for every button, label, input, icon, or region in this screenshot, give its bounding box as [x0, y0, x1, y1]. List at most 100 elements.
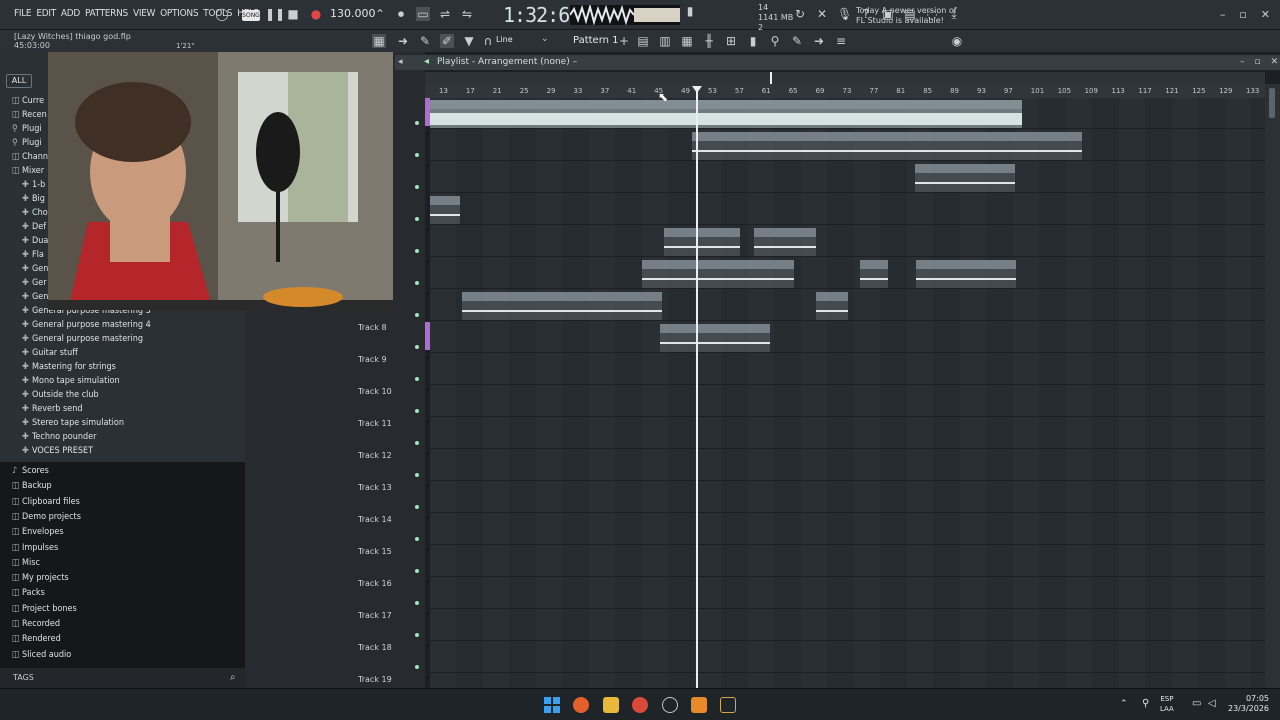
tempo-display[interactable]: 130.000: [330, 7, 376, 20]
browser-item[interactable]: ✚ Fla: [22, 250, 44, 264]
browser-item[interactable]: ✚ Gen: [22, 292, 48, 306]
snap-mode-label[interactable]: Line: [496, 35, 513, 44]
windows-start-icon[interactable]: [544, 697, 560, 713]
plug-icon[interactable]: ⚲: [768, 34, 782, 48]
menu-add[interactable]: ADD: [61, 8, 80, 19]
browser-folder[interactable]: ◫ Sliced audio: [12, 650, 71, 664]
browser-folder[interactable]: ◫ Packs: [12, 588, 45, 602]
browser-folder[interactable]: ◫ Project bones: [12, 604, 77, 618]
loop-record-icon[interactable]: ⇌: [438, 7, 452, 21]
browser-item[interactable]: ✚ Mastering for strings: [22, 362, 116, 376]
menu-edit[interactable]: EDIT: [36, 8, 56, 19]
track-active-dot[interactable]: [415, 505, 419, 509]
audio-clip[interactable]: un..ct: [430, 196, 460, 224]
track-name[interactable]: Track 9: [358, 355, 387, 364]
undo-icon[interactable]: ↻: [793, 7, 807, 21]
playlist-close-icon[interactable]: ✕: [1271, 57, 1279, 67]
step-edit-icon[interactable]: ⇋: [460, 7, 474, 21]
track-active-dot[interactable]: [415, 569, 419, 573]
browser-item[interactable]: ✚ Outside the club: [22, 390, 99, 404]
vertical-scrollbar[interactable]: [1265, 84, 1280, 688]
track-name[interactable]: Track 19: [358, 675, 392, 684]
track-active-dot[interactable]: [415, 185, 419, 189]
browser-item[interactable]: ✚ General purpose mastering 4: [22, 320, 151, 334]
mic-icon[interactable]: 🎙: [837, 7, 852, 21]
piano-roll-icon[interactable]: ▥: [658, 34, 672, 48]
file-explorer-icon[interactable]: [603, 697, 619, 713]
playlist-nav-icon[interactable]: ◂: [424, 56, 429, 67]
menu-file[interactable]: FILE: [14, 8, 32, 19]
wait-input-icon[interactable]: ⏺: [394, 7, 408, 21]
browser-item[interactable]: ✚ 1-b: [22, 180, 45, 194]
track-name[interactable]: Track 13: [358, 483, 392, 492]
browser-folder[interactable]: ◫ Misc: [12, 558, 40, 572]
add-pattern-icon[interactable]: +: [617, 34, 631, 48]
audio-clip[interactable]: [FREE] Indie x Bedroom Pop Type Beat Dre…: [430, 100, 1022, 128]
close-icon[interactable]: ✕: [1261, 8, 1270, 21]
network-icon[interactable]: ▭: [1192, 698, 1201, 709]
fl-studio-taskbar-icon[interactable]: [691, 697, 707, 713]
track-name[interactable]: Track 16: [358, 579, 392, 588]
browser-item[interactable]: ✚ Dua: [22, 236, 48, 250]
maximize-icon[interactable]: ▫: [1239, 8, 1246, 21]
metronome-icon[interactable]: ⌃: [373, 7, 387, 21]
chevron-down-icon[interactable]: ⌄: [541, 34, 549, 44]
minimize-icon[interactable]: –: [1220, 8, 1226, 21]
edison-icon[interactable]: ✎: [790, 34, 804, 48]
browser-folder[interactable]: ♪ Scores: [12, 466, 49, 480]
audio-clip[interactable]: untitled_2...OCES effect: [664, 228, 740, 256]
browser-filter-all[interactable]: ALL: [6, 74, 32, 88]
track-active-dot[interactable]: [415, 249, 419, 253]
browser-folder[interactable]: ◫ Demo projects: [12, 512, 81, 526]
chrome-icon[interactable]: [632, 697, 648, 713]
language-indicator[interactable]: ESP LAA: [1160, 694, 1174, 714]
menu-options[interactable]: OPTIONS: [160, 8, 198, 19]
track-active-dot[interactable]: [415, 153, 419, 157]
playlist-icon[interactable]: ▤: [636, 34, 650, 48]
track-name[interactable]: Track 11: [358, 419, 392, 428]
audio-clip[interactable]: thiago god_20..._VOCES effect: [915, 164, 1015, 192]
track-active-dot[interactable]: [415, 441, 419, 445]
snap-icon[interactable]: ▦: [372, 34, 386, 48]
browser-item[interactable]: ✚ Cho: [22, 208, 48, 222]
countdown-icon[interactable]: ▭: [416, 7, 430, 21]
plugin-icon[interactable]: ▮: [746, 34, 760, 48]
draw-tool-icon[interactable]: ✎: [418, 34, 432, 48]
firefox-icon[interactable]: [573, 697, 589, 713]
track-active-dot[interactable]: [415, 601, 419, 605]
track-name[interactable]: Track 18: [358, 643, 392, 652]
audio-clip[interactable]: untitled_2026-03-09 21-37-09_VOCES effec…: [642, 260, 794, 288]
stamp-icon[interactable]: ▼: [462, 34, 476, 48]
track-active-dot[interactable]: [415, 345, 419, 349]
browser-item[interactable]: ✚ General purpose mastering: [22, 334, 143, 348]
browser-folder[interactable]: ◫ Backup: [12, 481, 52, 495]
browser-folder[interactable]: ◫ Impulses: [12, 543, 58, 557]
playlist-maximize-icon[interactable]: ▫: [1255, 57, 1261, 67]
audio-clip[interactable]: untitled_2026-...46_VOCES effect: [660, 324, 770, 352]
browser-item[interactable]: ✚ Guitar stuff: [22, 348, 78, 362]
browser-icon[interactable]: ⊞: [724, 34, 738, 48]
song-mode-button[interactable]: SONG: [242, 10, 260, 21]
volume-icon[interactable]: ◁: [1208, 698, 1216, 709]
playlist-options-icon[interactable]: ◂: [398, 57, 403, 67]
record-icon[interactable]: ●: [309, 7, 323, 21]
playhead-marker-icon[interactable]: [692, 86, 702, 93]
browser-item[interactable]: ✚ Mono tape simulation: [22, 376, 120, 390]
browser-item[interactable]: ✚ Def: [22, 222, 46, 236]
track-name[interactable]: Track 15: [358, 547, 392, 556]
audio-clip[interactable]: th...ct: [860, 260, 888, 288]
list-icon[interactable]: ≡: [834, 34, 848, 48]
browser-item[interactable]: ✚ Gen: [22, 264, 48, 278]
track-active-dot[interactable]: [415, 473, 419, 477]
track-active-dot[interactable]: [415, 377, 419, 381]
menu-patterns[interactable]: PATTERNS: [85, 8, 128, 19]
pause-icon[interactable]: ❚❚: [265, 7, 285, 21]
arrow-icon[interactable]: ➜: [812, 34, 826, 48]
paint-tool-icon[interactable]: ✐: [440, 34, 454, 48]
news-panel[interactable]: Today A newer version of FL Studio is av…: [856, 6, 957, 26]
mixer-icon[interactable]: ╫: [702, 34, 716, 48]
play-arrow-icon[interactable]: ➜: [396, 34, 410, 48]
fl-logo-icon[interactable]: ◉: [950, 34, 964, 48]
system-clock[interactable]: 07:05 23/3/2026: [1228, 694, 1269, 714]
chevron-down-icon[interactable]: –: [573, 57, 578, 67]
